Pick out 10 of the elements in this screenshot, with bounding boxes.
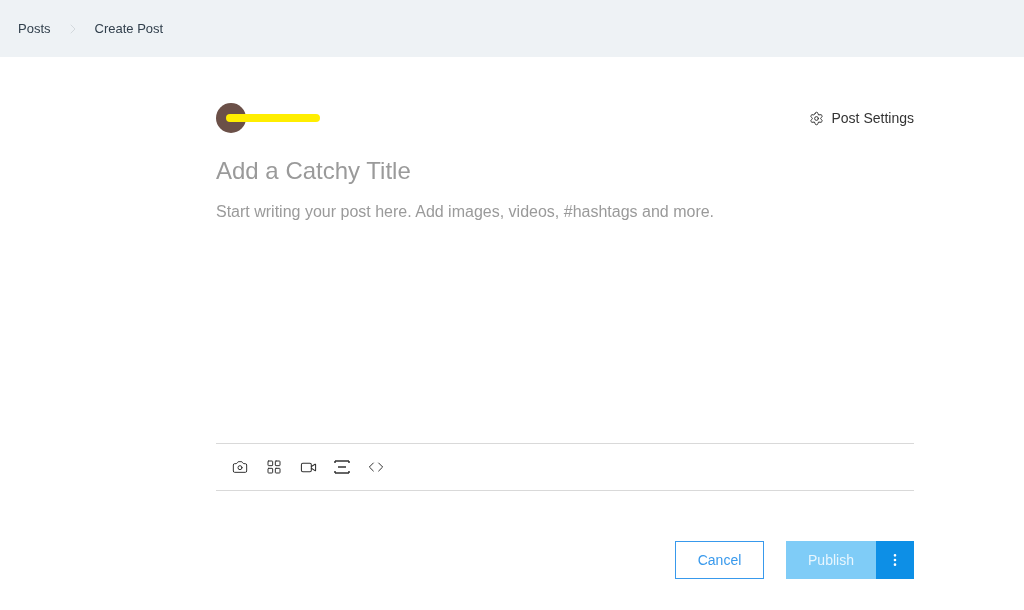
divider-tool-button[interactable]	[332, 457, 352, 477]
code-icon	[368, 459, 384, 475]
camera-icon	[232, 459, 248, 475]
post-settings-button[interactable]: Post Settings	[808, 110, 914, 126]
gallery-icon	[266, 459, 282, 475]
settings-icon	[808, 110, 824, 126]
breadcrumb-link[interactable]: Posts	[18, 21, 51, 36]
gallery-tool-button[interactable]	[264, 457, 284, 477]
breadcrumb-link[interactable]: Create Post	[94, 21, 164, 36]
divider-icon	[334, 460, 350, 474]
